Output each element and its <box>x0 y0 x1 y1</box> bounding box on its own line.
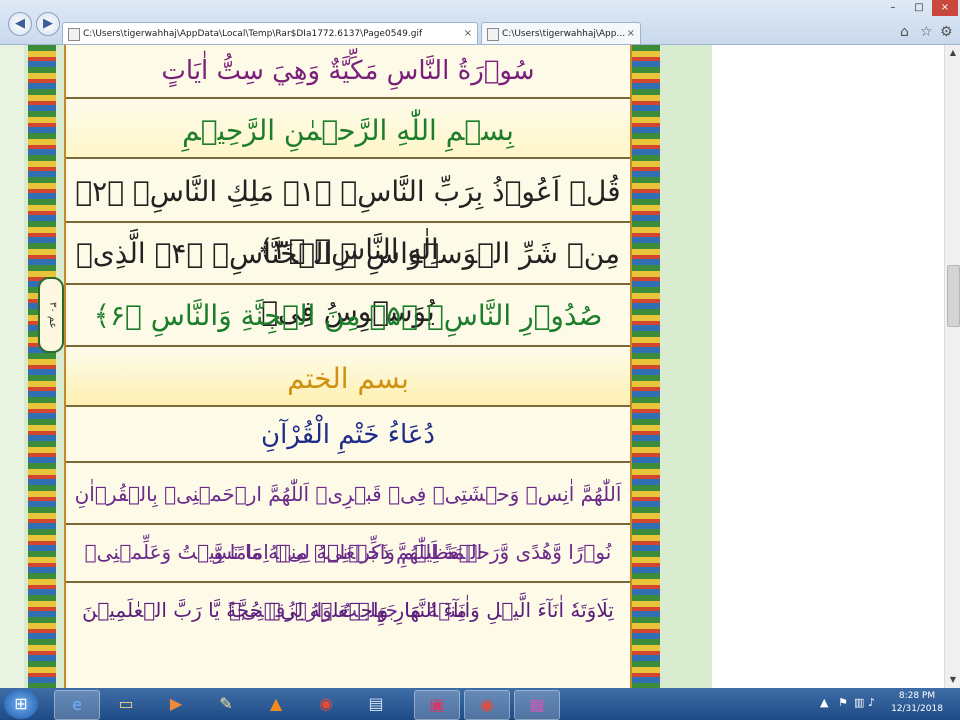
close-tab-icon[interactable]: × <box>464 23 472 44</box>
bag-icon[interactable]: ▣ <box>414 690 460 720</box>
verse-line: صُدُوۡرِ النَّاسِۙ ﴿۵﴾ مِنَ الۡجِنَّةِ و… <box>66 287 630 347</box>
media-player-icon[interactable]: ▶ <box>154 690 198 718</box>
quran-page-image: عم ٣٠ سُوۡرَةُ النَّاسِ مَكِّيَّةٌ وَهِي… <box>24 45 712 688</box>
show-hidden-icons-icon[interactable]: ▲ <box>820 696 828 709</box>
decorative-border-right <box>632 45 660 688</box>
close-window-button[interactable]: × <box>932 0 958 16</box>
tab-page0549[interactable]: C:\Users\tigerwahhaj\AppData\Local\Temp\… <box>62 22 478 44</box>
left-margin <box>0 45 24 688</box>
tab-label: C:\Users\tigerwahhaj\App... <box>502 29 626 39</box>
gear-icon[interactable]: ⚙ <box>940 24 953 40</box>
winrar-icon[interactable]: ▦ <box>514 690 560 720</box>
khatm-heading: بسم الختم <box>66 353 630 407</box>
chrome-icon[interactable]: ◉ <box>464 690 510 720</box>
close-tab-icon[interactable]: × <box>627 23 635 44</box>
dua-line: اَللّٰهُمَّ اٰنِسۡ وَحۡشَتِىۡ فِىۡ قَبۡر… <box>66 465 630 564</box>
vertical-scrollbar[interactable]: ▲ ▼ <box>944 45 960 688</box>
juz-badge: عم ٣٠ <box>38 277 64 353</box>
paint-icon[interactable]: ✎ <box>204 690 248 718</box>
folder-icon[interactable]: ▭ <box>104 690 148 718</box>
file-icon <box>68 28 80 41</box>
internet-explorer-icon[interactable]: e <box>54 690 100 720</box>
scroll-down-icon[interactable]: ▼ <box>945 672 960 688</box>
browser-toolbar: ◀ ▶ C:\Users\tigerwahhaj\AppData\Local\T… <box>0 0 960 45</box>
dua-line: تِلَاوَتَهٗ اٰنَآءَ الَّيۡلِ وَاٰنَآءَ ا… <box>82 598 614 622</box>
tab-label: C:\Users\tigerwahhaj\AppData\Local\Temp\… <box>83 29 423 39</box>
clock-time: 8:28 PM <box>898 691 936 701</box>
flag-icon[interactable]: ⚑ <box>838 696 848 709</box>
minimize-button[interactable]: – <box>880 0 906 16</box>
star-icon[interactable]: ☆ <box>920 24 933 40</box>
forward-arrow-icon: ▶ <box>43 16 53 31</box>
home-icon[interactable]: ⌂ <box>900 24 909 40</box>
taskbar: ⊞ e ▭ ▶ ✎ ▲ ◉ ▤ ▣ ◉ ▦ ▲ ⚑ ▥ ♪ 8:28 PM 12… <box>0 688 960 720</box>
forward-button[interactable]: ▶ <box>36 12 60 36</box>
scroll-up-icon[interactable]: ▲ <box>945 45 960 61</box>
file-icon[interactable]: ▤ <box>354 690 398 718</box>
vlc-icon[interactable]: ▲ <box>254 690 298 718</box>
surah-title: سُوۡرَةُ النَّاسِ مَكِّيَّةٌ وَهِيَ سِتُ… <box>66 45 630 99</box>
quran-text-panel: سُوۡرَةُ النَّاسِ مَكِّيَّةٌ وَهِيَ سِتُ… <box>64 45 632 688</box>
dua-title: دُعَاءُ خَتْمِ الْقُرْآنِ <box>66 409 630 463</box>
bismillah: بِسۡمِ اللّٰهِ الرَّحۡمٰنِ الرَّحِيۡمِ <box>66 105 630 159</box>
page-viewport: عم ٣٠ سُوۡرَةُ النَّاسِ مَكِّيَّةٌ وَهِي… <box>0 45 960 688</box>
system-clock[interactable]: 8:28 PM 12/31/2018 <box>882 690 952 716</box>
verse-line: قُلۡ اَعُوۡذُ بِرَبِّ النَّاسِۙ ﴿۱﴾ مَلِ… <box>66 163 630 266</box>
file-icon <box>487 28 499 41</box>
decorative-border-left <box>28 45 56 688</box>
windows-start-icon[interactable]: ⊞ <box>4 689 38 719</box>
chrome-icon[interactable]: ◉ <box>304 690 348 718</box>
tab-second[interactable]: C:\Users\tigerwahhaj\App... × <box>481 22 641 44</box>
back-button[interactable]: ◀ <box>8 12 32 36</box>
dua-line: نُوۡرًا وَّهُدًى وَّرَحۡمَةً اَللّٰهُمَّ… <box>66 523 630 622</box>
back-arrow-icon: ◀ <box>15 16 25 31</box>
network-icon[interactable]: ▥ <box>854 696 864 709</box>
maximize-button[interactable]: □ <box>906 0 932 16</box>
clock-date: 12/31/2018 <box>891 704 943 714</box>
volume-icon[interactable]: ♪ <box>868 696 875 709</box>
scroll-thumb[interactable] <box>947 265 960 327</box>
verse-line: مِنۡ شَرِّ الۡوَسۡوَاسِ ۙ الۡخَنَّاسِۙ ﴿… <box>66 225 630 328</box>
